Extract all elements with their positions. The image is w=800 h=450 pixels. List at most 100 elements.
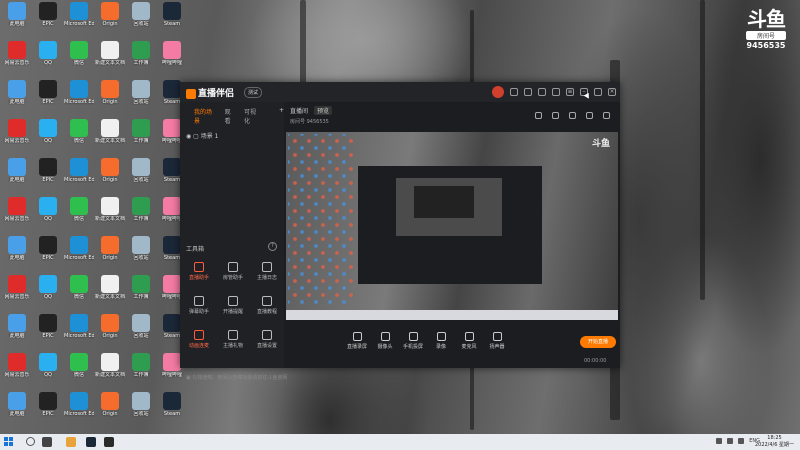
tray-icon[interactable] xyxy=(716,438,723,444)
desktop-icon[interactable]: EPIC xyxy=(33,236,63,261)
desktop-icon[interactable]: 网易云音乐 xyxy=(2,275,32,300)
tab-live-room[interactable]: 直播间 xyxy=(290,106,308,115)
desktop-icon[interactable]: EPIC xyxy=(33,314,63,339)
desktop-icon[interactable]: EPIC xyxy=(33,2,63,27)
bell-icon[interactable] xyxy=(586,112,593,119)
desktop-icon[interactable]: 网易云音乐 xyxy=(2,353,32,378)
desktop-icon[interactable]: 回收站 xyxy=(126,314,156,339)
tab-my-scenes[interactable]: 我的场景 xyxy=(194,107,217,125)
volume-icon[interactable] xyxy=(738,438,745,444)
desktop-icon[interactable]: 此电脑 xyxy=(2,158,32,183)
gift-icon[interactable] xyxy=(535,112,542,119)
desktop-icon[interactable]: EPIC xyxy=(33,392,63,417)
settings-icon[interactable] xyxy=(552,88,560,96)
desktop-icon[interactable]: QQ xyxy=(33,275,63,300)
close-icon[interactable]: × xyxy=(608,88,616,96)
desktop-icon[interactable]: 回收站 xyxy=(126,80,156,105)
desktop-icon[interactable]: 回收站 xyxy=(126,158,156,183)
desktop-icon[interactable]: 工作簿 xyxy=(126,275,156,300)
maximize-icon[interactable] xyxy=(594,88,602,96)
control-button[interactable]: 直播录屏 xyxy=(344,332,370,350)
desktop-icon[interactable]: 此电脑 xyxy=(2,80,32,105)
desktop-icon[interactable]: 此电脑 xyxy=(2,236,32,261)
desktop-icon[interactable]: 此电脑 xyxy=(2,392,32,417)
control-button[interactable]: 录像 xyxy=(428,332,454,350)
desktop-icon[interactable]: QQ xyxy=(33,41,63,66)
desktop-icon[interactable]: 新建文本文档 xyxy=(95,41,125,66)
gift-icon[interactable] xyxy=(538,88,546,96)
desktop-icon[interactable]: Microsoft Edge xyxy=(64,314,94,339)
desktop-icon[interactable]: 工作簿 xyxy=(126,353,156,378)
version-badge[interactable]: 测试 xyxy=(244,87,263,98)
desktop-icon[interactable]: EPIC xyxy=(33,80,63,105)
tool-button[interactable]: 直播教程 xyxy=(252,296,282,315)
steam-taskbar-icon[interactable] xyxy=(86,437,96,447)
desktop-icon[interactable]: 网易云音乐 xyxy=(2,41,32,66)
desktop-icon[interactable]: 工作簿 xyxy=(126,41,156,66)
tool-button[interactable]: 主播日志 xyxy=(252,262,282,281)
desktop-icon[interactable]: 此电脑 xyxy=(2,2,32,27)
desktop-icon[interactable]: Microsoft Edge xyxy=(64,158,94,183)
tool-button[interactable]: 房管助手 xyxy=(218,262,248,281)
desktop-icon[interactable]: Microsoft Edge xyxy=(64,392,94,417)
network-icon[interactable] xyxy=(727,438,734,444)
desktop-icon[interactable]: Origin xyxy=(95,314,125,339)
desktop-icon[interactable]: Origin xyxy=(95,2,125,27)
desktop-icon[interactable]: Origin xyxy=(95,80,125,105)
user-avatar[interactable] xyxy=(492,86,504,98)
desktop-icon[interactable]: 新建文本文档 xyxy=(95,353,125,378)
search-icon[interactable] xyxy=(26,437,35,446)
desktop-icon[interactable]: 新建文本文档 xyxy=(95,275,125,300)
desktop-icon[interactable]: 此电脑 xyxy=(2,314,32,339)
desktop-icon[interactable]: Steam xyxy=(157,2,187,27)
start-button[interactable] xyxy=(4,437,14,447)
desktop-icon[interactable]: QQ xyxy=(33,353,63,378)
desktop-icon[interactable]: Microsoft Edge xyxy=(64,80,94,105)
desktop-icon[interactable]: 回收站 xyxy=(126,236,156,261)
control-button[interactable]: 摄像头 xyxy=(372,332,398,350)
help-icon[interactable]: ? xyxy=(268,242,277,251)
desktop-icon[interactable]: Origin xyxy=(95,158,125,183)
file-explorer-icon[interactable] xyxy=(66,437,76,447)
tab-preview[interactable]: 预览 xyxy=(314,106,333,115)
clock[interactable]: 18:25 2022/4/6 星期一 xyxy=(755,435,794,449)
scene-item[interactable]: ◉ ▢ 场景 1 xyxy=(186,131,284,140)
desktop-icon[interactable]: Steam xyxy=(157,392,187,417)
desktop-icon[interactable]: 微信 xyxy=(64,119,94,144)
desktop-icon[interactable]: Microsoft Edge xyxy=(64,236,94,261)
control-button[interactable]: 手机投屏 xyxy=(400,332,426,350)
desktop-icon[interactable]: 微信 xyxy=(64,197,94,222)
desktop-icon[interactable]: 网易云音乐 xyxy=(2,197,32,222)
share-icon[interactable] xyxy=(603,112,610,119)
desktop-icon[interactable]: 工作簿 xyxy=(126,119,156,144)
tool-button[interactable]: 开播提醒 xyxy=(218,296,248,315)
control-button[interactable]: 麦克风 xyxy=(456,332,482,350)
desktop-icon[interactable]: 回收站 xyxy=(126,392,156,417)
desktop-icon[interactable]: 新建文本文档 xyxy=(95,119,125,144)
go-live-button[interactable]: 开始直播 xyxy=(580,336,616,348)
control-button[interactable]: 扬声器 xyxy=(484,332,510,350)
desktop-icon[interactable]: 回收站 xyxy=(126,2,156,27)
desktop-icon[interactable]: 微信 xyxy=(64,41,94,66)
desktop-icon[interactable]: 微信 xyxy=(64,275,94,300)
desktop-icon[interactable]: 网易云音乐 xyxy=(2,119,32,144)
desktop-icon[interactable]: 微信 xyxy=(64,353,94,378)
tool-button[interactable]: 弹幕助手 xyxy=(184,296,214,315)
message-icon[interactable] xyxy=(510,88,518,96)
desktop-icon[interactable]: QQ xyxy=(33,197,63,222)
desktop-icon[interactable]: Origin xyxy=(95,236,125,261)
desktop-icon[interactable]: EPIC xyxy=(33,158,63,183)
tool-button[interactable]: 直播助手 xyxy=(184,262,214,281)
desktop-icon[interactable]: 哔哩哔哩 xyxy=(157,41,187,66)
desktop-icon[interactable]: 工作簿 xyxy=(126,197,156,222)
stream-preview[interactable]: 斗鱼 xyxy=(286,132,618,320)
task-view-icon[interactable] xyxy=(42,437,52,447)
layout-icon[interactable] xyxy=(569,112,576,119)
menu-icon[interactable]: ≡ xyxy=(566,88,574,96)
desktop-icon[interactable]: Microsoft Edge xyxy=(64,2,94,27)
tab-watch[interactable]: 观看 xyxy=(225,107,236,125)
desktop-icon[interactable]: QQ xyxy=(33,119,63,144)
desktop-icon[interactable]: Origin xyxy=(95,392,125,417)
tab-visual[interactable]: 可视化 xyxy=(244,107,261,125)
tool-button[interactable]: 主播礼物 xyxy=(218,330,248,349)
